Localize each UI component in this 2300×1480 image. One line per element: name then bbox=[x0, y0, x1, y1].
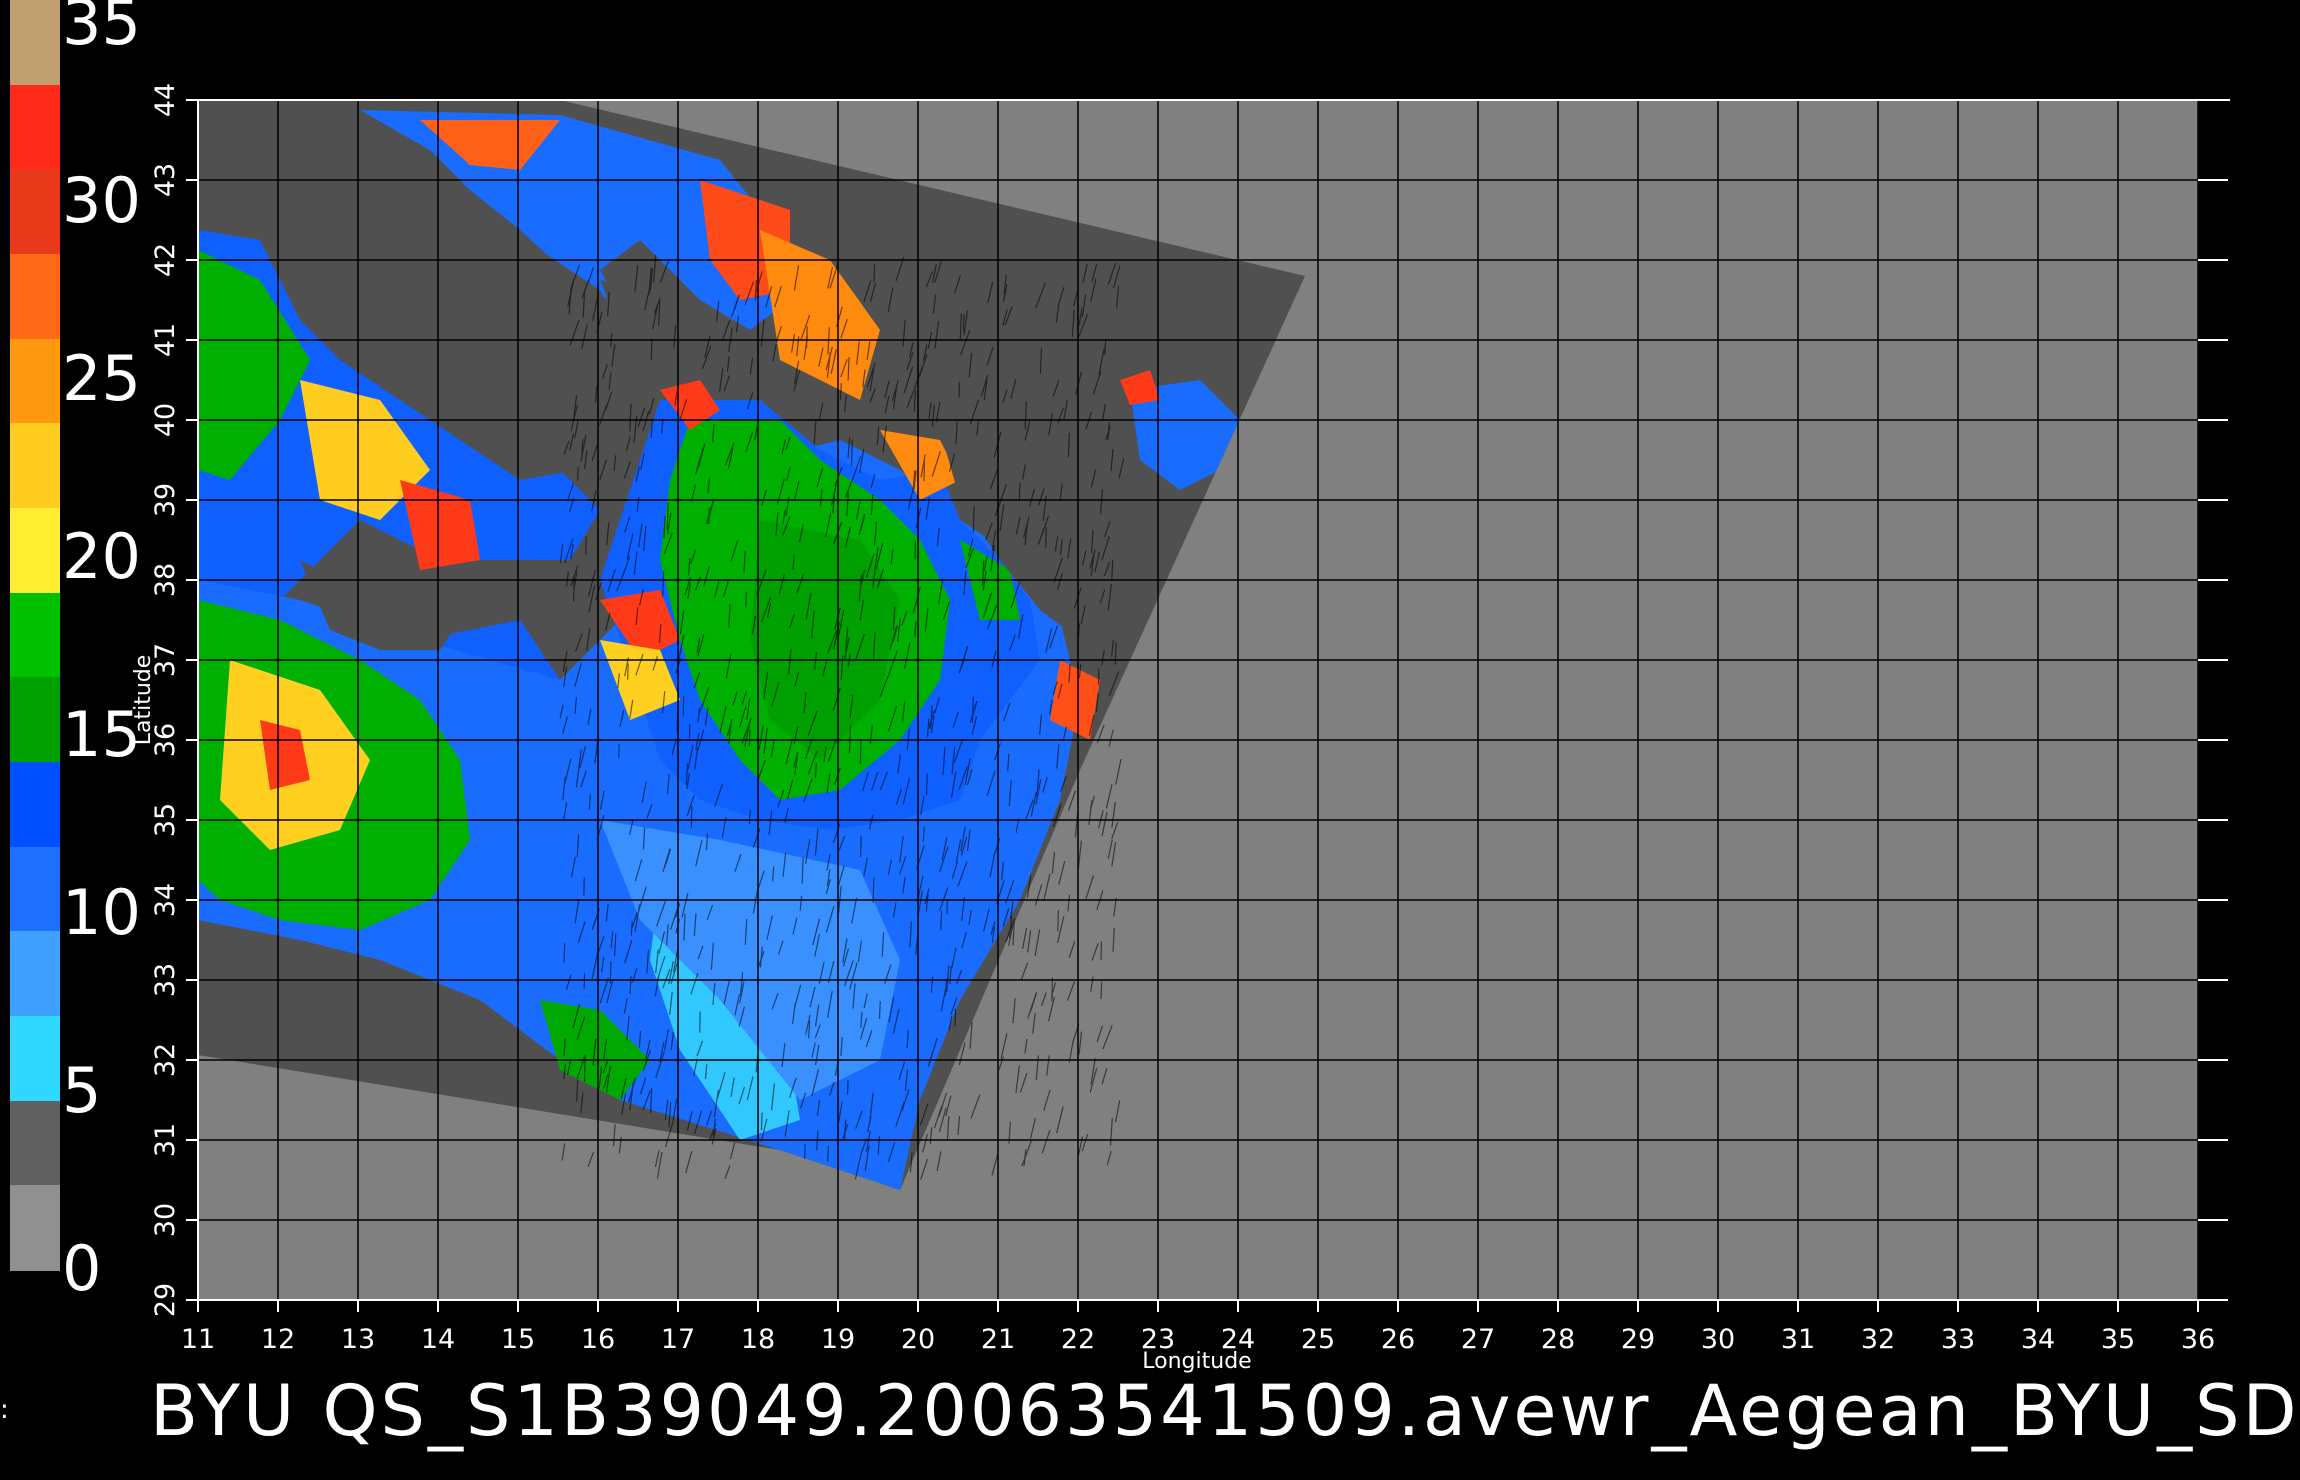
wind-vector bbox=[760, 1112, 763, 1131]
wind-vector bbox=[585, 536, 587, 555]
x-tick-label: 36 bbox=[2181, 1324, 2215, 1355]
y-tick-label: 35 bbox=[150, 803, 181, 837]
wind-vector bbox=[962, 314, 965, 332]
wind-vector bbox=[859, 740, 862, 764]
x-tick-label: 14 bbox=[421, 1324, 455, 1355]
y-tick-label: 38 bbox=[150, 563, 181, 597]
x-tick-label: 32 bbox=[1861, 1324, 1895, 1355]
wind-vector bbox=[748, 729, 751, 747]
x-tick-label: 11 bbox=[181, 1324, 215, 1355]
x-tick-label: 25 bbox=[1301, 1324, 1335, 1355]
wind-vector bbox=[914, 541, 917, 560]
x-tick-label: 15 bbox=[501, 1324, 535, 1355]
wind-vector bbox=[576, 466, 579, 481]
wind-vector bbox=[563, 1038, 566, 1056]
x-tick-label: 21 bbox=[981, 1324, 1015, 1355]
wind-vector bbox=[627, 663, 629, 680]
edge-mark: : bbox=[0, 1395, 9, 1425]
wind-vector bbox=[827, 1145, 829, 1162]
wind-field-map: 11 12 13 14 15 16 17 18 19 20 21 22 23 24 25 26 27 28 29 30… bbox=[131, 83, 2230, 1374]
wind-vector bbox=[1100, 981, 1103, 999]
y-tick-label: 41 bbox=[150, 323, 181, 357]
y-tick-label: 29 bbox=[150, 1283, 181, 1317]
wind-vector bbox=[563, 943, 566, 963]
x-tick-label: 34 bbox=[2021, 1324, 2055, 1355]
x-tick-label: 33 bbox=[1941, 1324, 1975, 1355]
wind-vector bbox=[1018, 482, 1021, 500]
wind-vector bbox=[878, 1001, 881, 1019]
x-tick-label: 26 bbox=[1381, 1324, 1415, 1355]
x-tick-label: 28 bbox=[1541, 1324, 1575, 1355]
y-tick-label: 40 bbox=[150, 403, 181, 437]
y-tick-label: 43 bbox=[150, 163, 181, 197]
y-tick-label: 30 bbox=[150, 1203, 181, 1237]
wind-vector bbox=[972, 505, 975, 533]
y-tick-label: 34 bbox=[150, 883, 181, 917]
y-tick-label: 31 bbox=[150, 1123, 181, 1157]
x-tick-label: 19 bbox=[821, 1324, 855, 1355]
x-tick-label: 22 bbox=[1061, 1324, 1095, 1355]
wind-vector bbox=[847, 357, 850, 381]
x-tick-label: 18 bbox=[741, 1324, 775, 1355]
x-tick-label: 16 bbox=[581, 1324, 615, 1355]
wind-vector bbox=[1051, 977, 1054, 1002]
y-tick-label: 39 bbox=[150, 483, 181, 517]
x-tick-label: 27 bbox=[1461, 1324, 1495, 1355]
wind-vector bbox=[650, 338, 653, 361]
wind-vector bbox=[618, 743, 620, 758]
wind-vector bbox=[859, 835, 862, 857]
y-tick-label: 33 bbox=[150, 963, 181, 997]
wind-vector bbox=[755, 280, 757, 301]
x-tick-label: 35 bbox=[2101, 1324, 2135, 1355]
x-tick-label: 20 bbox=[901, 1324, 935, 1355]
y-tick-label: 42 bbox=[150, 243, 181, 277]
x-tick-label: 30 bbox=[1701, 1324, 1735, 1355]
x-tick-label: 17 bbox=[661, 1324, 695, 1355]
y-tick-label: 44 bbox=[150, 83, 181, 117]
x-tick-label: 13 bbox=[341, 1324, 375, 1355]
y-tick-label: 32 bbox=[150, 1043, 181, 1077]
x-tick-label: 31 bbox=[1781, 1324, 1815, 1355]
image-caption: BYU QS_S1B39049.20063541509.avewr_Aegean… bbox=[150, 1370, 2300, 1452]
wind-vector bbox=[1045, 526, 1047, 549]
x-tick-label: 29 bbox=[1621, 1324, 1655, 1355]
wind-vector bbox=[850, 439, 853, 466]
wind-vector bbox=[873, 264, 876, 283]
x-tick-label: 12 bbox=[261, 1324, 295, 1355]
y-axis-title: Latitude bbox=[131, 655, 156, 746]
wind-vector bbox=[954, 1008, 957, 1027]
wind-vector bbox=[1114, 642, 1117, 665]
